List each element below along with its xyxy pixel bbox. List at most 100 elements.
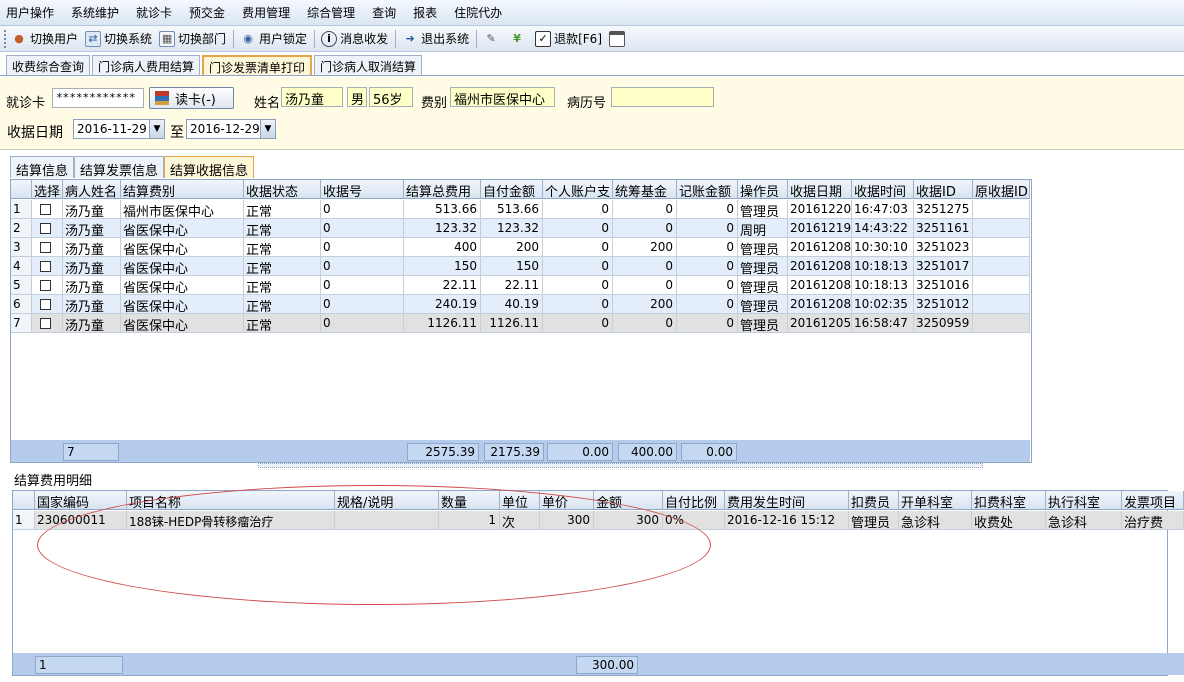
switch-system-button[interactable]: ⇄ 切换系统 xyxy=(85,30,152,47)
column-header[interactable]: 收据ID xyxy=(914,180,973,199)
select-checkbox[interactable] xyxy=(32,200,63,219)
select-checkbox[interactable] xyxy=(32,238,63,257)
table-cell: 周明 xyxy=(738,219,788,238)
table-row[interactable]: 4 汤乃童 省医保中心 正常 0 150 150 0 0 0 管理员 20161208 10:18:13… xyxy=(11,257,1030,276)
column-header[interactable]: 自付金额 xyxy=(481,180,543,199)
column-header[interactable]: 扣费科室 xyxy=(972,491,1046,510)
toolbar-grip[interactable] xyxy=(4,29,7,48)
yuan-button[interactable]: ¥ xyxy=(509,31,528,47)
menu-system-maintenance[interactable]: 系统维护 xyxy=(71,4,119,21)
edit-button[interactable]: ✎ xyxy=(483,31,502,47)
column-header[interactable]: 发票项目 xyxy=(1122,491,1184,510)
menu-fee-management[interactable]: 费用管理 xyxy=(242,4,290,21)
table-row[interactable]: 2 汤乃童 省医保中心 正常 0 123.32 123.32 0 0 0 周明 20161219 14:… xyxy=(11,219,1030,238)
table-cell: 3251161 xyxy=(914,219,973,238)
select-checkbox[interactable] xyxy=(32,276,63,295)
dropdown-arrow-icon[interactable]: ▼ xyxy=(260,120,275,138)
column-header[interactable]: 选择 xyxy=(32,180,63,199)
tab-settlement-receipt[interactable]: 结算收据信息 xyxy=(164,156,255,179)
select-checkbox[interactable] xyxy=(32,314,63,333)
menu-user-ops[interactable]: 用户操作 xyxy=(6,4,54,21)
lock-user-button[interactable]: ◉ 用户锁定 xyxy=(240,30,307,47)
checkbox[interactable] xyxy=(40,204,51,215)
window-button[interactable] xyxy=(609,30,628,47)
table-row[interactable]: 3 汤乃童 省医保中心 正常 0 400 200 0 200 0 管理员 20161208 10:30:… xyxy=(11,238,1030,257)
column-header[interactable]: 结算费别 xyxy=(121,180,244,199)
table-row[interactable]: 1 汤乃童 福州市医保中心 正常 0 513.66 513.66 0 0 0 管理员 20161220… xyxy=(11,200,1030,219)
tab-invoice-print[interactable]: 门诊发票清单打印 xyxy=(202,55,313,75)
checkbox[interactable] xyxy=(40,318,51,329)
tab-outpatient-settlement[interactable]: 门诊病人费用结算 xyxy=(92,55,201,75)
menu-general-management[interactable]: 综合管理 xyxy=(307,4,355,21)
checkbox[interactable] xyxy=(40,280,51,291)
refund-button[interactable]: ✓ 退款[F6] xyxy=(535,30,602,47)
tab-fee-query[interactable]: 收费综合查询 xyxy=(6,55,91,75)
date-from-value: 2016-11-29 xyxy=(77,122,147,136)
summary-count: 7 xyxy=(63,443,119,461)
column-header[interactable]: 收据时间 xyxy=(852,180,914,199)
summary-amount: 300.00 xyxy=(576,656,638,674)
table-cell: 200 xyxy=(613,238,677,257)
menu-inpatient-agency[interactable]: 住院代办 xyxy=(454,4,502,21)
card-number-field[interactable]: ************ xyxy=(52,88,144,108)
column-header[interactable]: 执行科室 xyxy=(1046,491,1122,510)
menu-reports[interactable]: 报表 xyxy=(413,4,437,21)
table-cell: 0 xyxy=(677,200,738,219)
select-checkbox[interactable] xyxy=(32,219,63,238)
column-header[interactable]: 收据日期 xyxy=(788,180,852,199)
switch-user-button[interactable]: ● 切换用户 xyxy=(11,30,78,47)
dropdown-arrow-icon[interactable]: ▼ xyxy=(149,120,164,138)
column-header[interactable]: 病人姓名 xyxy=(63,180,121,199)
yuan-icon: ¥ xyxy=(513,32,521,45)
column-header[interactable]: 自付比例 xyxy=(663,491,725,510)
date-to-picker[interactable]: 2016-12-29 ▼ xyxy=(186,119,276,139)
messages-button[interactable]: i 消息收发 xyxy=(321,30,388,47)
column-header[interactable]: 个人账户支 xyxy=(543,180,613,199)
table-cell: 20161208 xyxy=(788,257,852,276)
receipt-grid[interactable]: 选择 病人姓名 结算费别 收据状态 收据号 结算总费用 自付金额 个人账户支 统筹基金 记账金额操… xyxy=(10,179,1032,463)
fee-type-field[interactable]: 福州市医保中心 xyxy=(450,87,555,107)
menu-visit-card[interactable]: 就诊卡 xyxy=(136,4,172,21)
switch-system-label: 切换系统 xyxy=(104,32,153,46)
checkbox[interactable] xyxy=(40,299,51,310)
record-number-field[interactable] xyxy=(611,87,714,107)
checkbox[interactable] xyxy=(40,242,51,253)
menu-query[interactable]: 查询 xyxy=(372,4,396,21)
age-field[interactable]: 56岁 xyxy=(369,87,413,107)
table-row[interactable]: 5 汤乃童 省医保中心 正常 0 22.11 22.11 0 0 0 管理员 20161208 10:1… xyxy=(11,276,1030,295)
select-checkbox[interactable] xyxy=(32,295,63,314)
table-cell xyxy=(973,219,1030,238)
column-header[interactable]: 操作员 xyxy=(738,180,788,199)
table-row[interactable]: 7 汤乃童 省医保中心 正常 0 1126.11 1126.11 0 0 0 管理员 20161205… xyxy=(11,314,1030,333)
checkbox-icon: ✓ xyxy=(535,30,552,47)
column-header[interactable]: 收据号 xyxy=(321,180,404,199)
row-number: 3 xyxy=(11,238,32,257)
column-header[interactable]: 结算总费用 xyxy=(404,180,481,199)
checkbox[interactable] xyxy=(40,261,51,272)
splitter-handle[interactable] xyxy=(258,463,983,468)
tab-cancel-settlement[interactable]: 门诊病人取消结算 xyxy=(314,55,423,75)
column-header[interactable]: 扣费员 xyxy=(849,491,899,510)
table-row[interactable]: 6 汤乃童 省医保中心 正常 0 240.19 40.19 0 200 0 管理员 20161208 1… xyxy=(11,295,1030,314)
column-header[interactable]: 原收据ID xyxy=(973,180,1030,199)
column-header[interactable]: 收据状态 xyxy=(244,180,321,199)
sex-field[interactable]: 男 xyxy=(347,87,367,107)
column-header[interactable]: 费用发生时间 xyxy=(725,491,849,510)
tab-settlement-info[interactable]: 结算信息 xyxy=(10,156,75,179)
switch-user-label: 切换用户 xyxy=(30,32,79,46)
exit-system-button[interactable]: ➜ 退出系统 xyxy=(402,30,469,47)
tab-settlement-invoice[interactable]: 结算发票信息 xyxy=(74,156,165,179)
switch-department-button[interactable]: ▦ 切换部门 xyxy=(159,30,226,47)
table-cell: 汤乃童 xyxy=(63,314,121,333)
table-cell: 20161208 xyxy=(788,238,852,257)
table-cell: 0 xyxy=(321,276,404,295)
select-checkbox[interactable] xyxy=(32,257,63,276)
patient-name-field[interactable]: 汤乃童 xyxy=(281,87,343,107)
date-from-picker[interactable]: 2016-11-29 ▼ xyxy=(73,119,165,139)
column-header[interactable]: 记账金额 xyxy=(677,180,738,199)
checkbox[interactable] xyxy=(40,223,51,234)
column-header[interactable]: 统筹基金 xyxy=(613,180,677,199)
read-card-button[interactable]: 读卡(-) xyxy=(149,87,234,109)
column-header[interactable]: 开单科室 xyxy=(899,491,972,510)
menu-prepayment[interactable]: 预交金 xyxy=(189,4,225,21)
